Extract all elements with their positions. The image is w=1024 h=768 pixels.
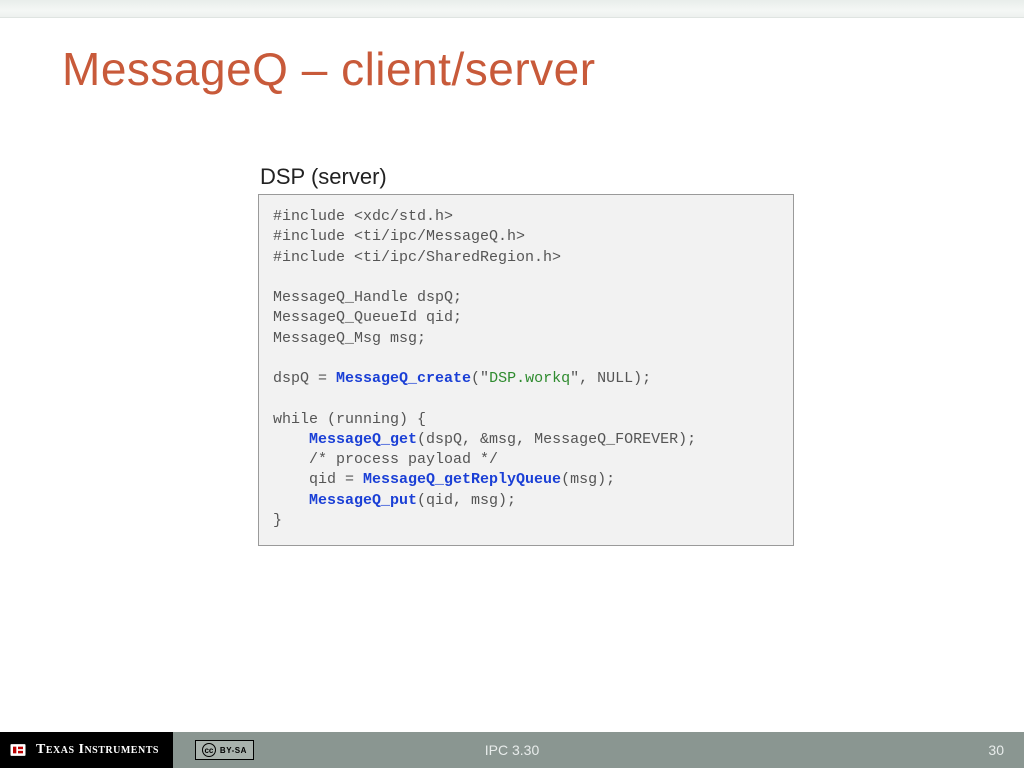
cc-icon: cc [202, 743, 216, 757]
cc-label: BY-SA [220, 746, 247, 755]
code-text: (msg); [561, 471, 615, 488]
code-indent [273, 451, 309, 468]
slide: MessageQ – client/server DSP (server) #i… [0, 0, 1024, 768]
page-title: MessageQ – client/server [62, 42, 596, 96]
brand-badge: Texas Instruments [0, 732, 173, 768]
code-caption: DSP (server) [260, 164, 387, 190]
code-comment: /* process payload */ [309, 451, 498, 468]
code-line: MessageQ_QueueId qid; [273, 309, 462, 326]
ti-logo-icon [8, 740, 28, 760]
code-text: (qid, msg); [417, 492, 516, 509]
footer-bar: Texas Instruments cc BY-SA IPC 3.30 30 [0, 732, 1024, 768]
code-line: while (running) { [273, 411, 426, 428]
code-indent [273, 431, 309, 448]
code-line: #include <xdc/std.h> [273, 208, 453, 225]
code-text: dspQ = [273, 370, 336, 387]
code-fn: MessageQ_get [309, 431, 417, 448]
top-strip [0, 0, 1024, 18]
code-line: MessageQ_Handle dspQ; [273, 289, 462, 306]
cc-license-badge: cc BY-SA [195, 740, 254, 760]
brand-name: Texas Instruments [36, 742, 159, 758]
code-text: (dspQ, &msg, MessageQ_FOREVER); [417, 431, 696, 448]
code-string: DSP.workq [489, 370, 570, 387]
code-fn: MessageQ_put [309, 492, 417, 509]
code-line: } [273, 512, 282, 529]
code-line: #include <ti/ipc/SharedRegion.h> [273, 249, 561, 266]
code-indent [273, 471, 309, 488]
code-text: ", NULL); [570, 370, 651, 387]
code-text: qid = [309, 471, 363, 488]
code-fn: MessageQ_getReplyQueue [363, 471, 561, 488]
code-line: MessageQ_Msg msg; [273, 330, 426, 347]
code-fn: MessageQ_create [336, 370, 471, 387]
code-line: #include <ti/ipc/MessageQ.h> [273, 228, 525, 245]
code-indent [273, 492, 309, 509]
code-text: (" [471, 370, 489, 387]
footer-title: IPC 3.30 [485, 742, 539, 758]
code-block: #include <xdc/std.h> #include <ti/ipc/Me… [258, 194, 794, 546]
page-number: 30 [988, 742, 1004, 758]
